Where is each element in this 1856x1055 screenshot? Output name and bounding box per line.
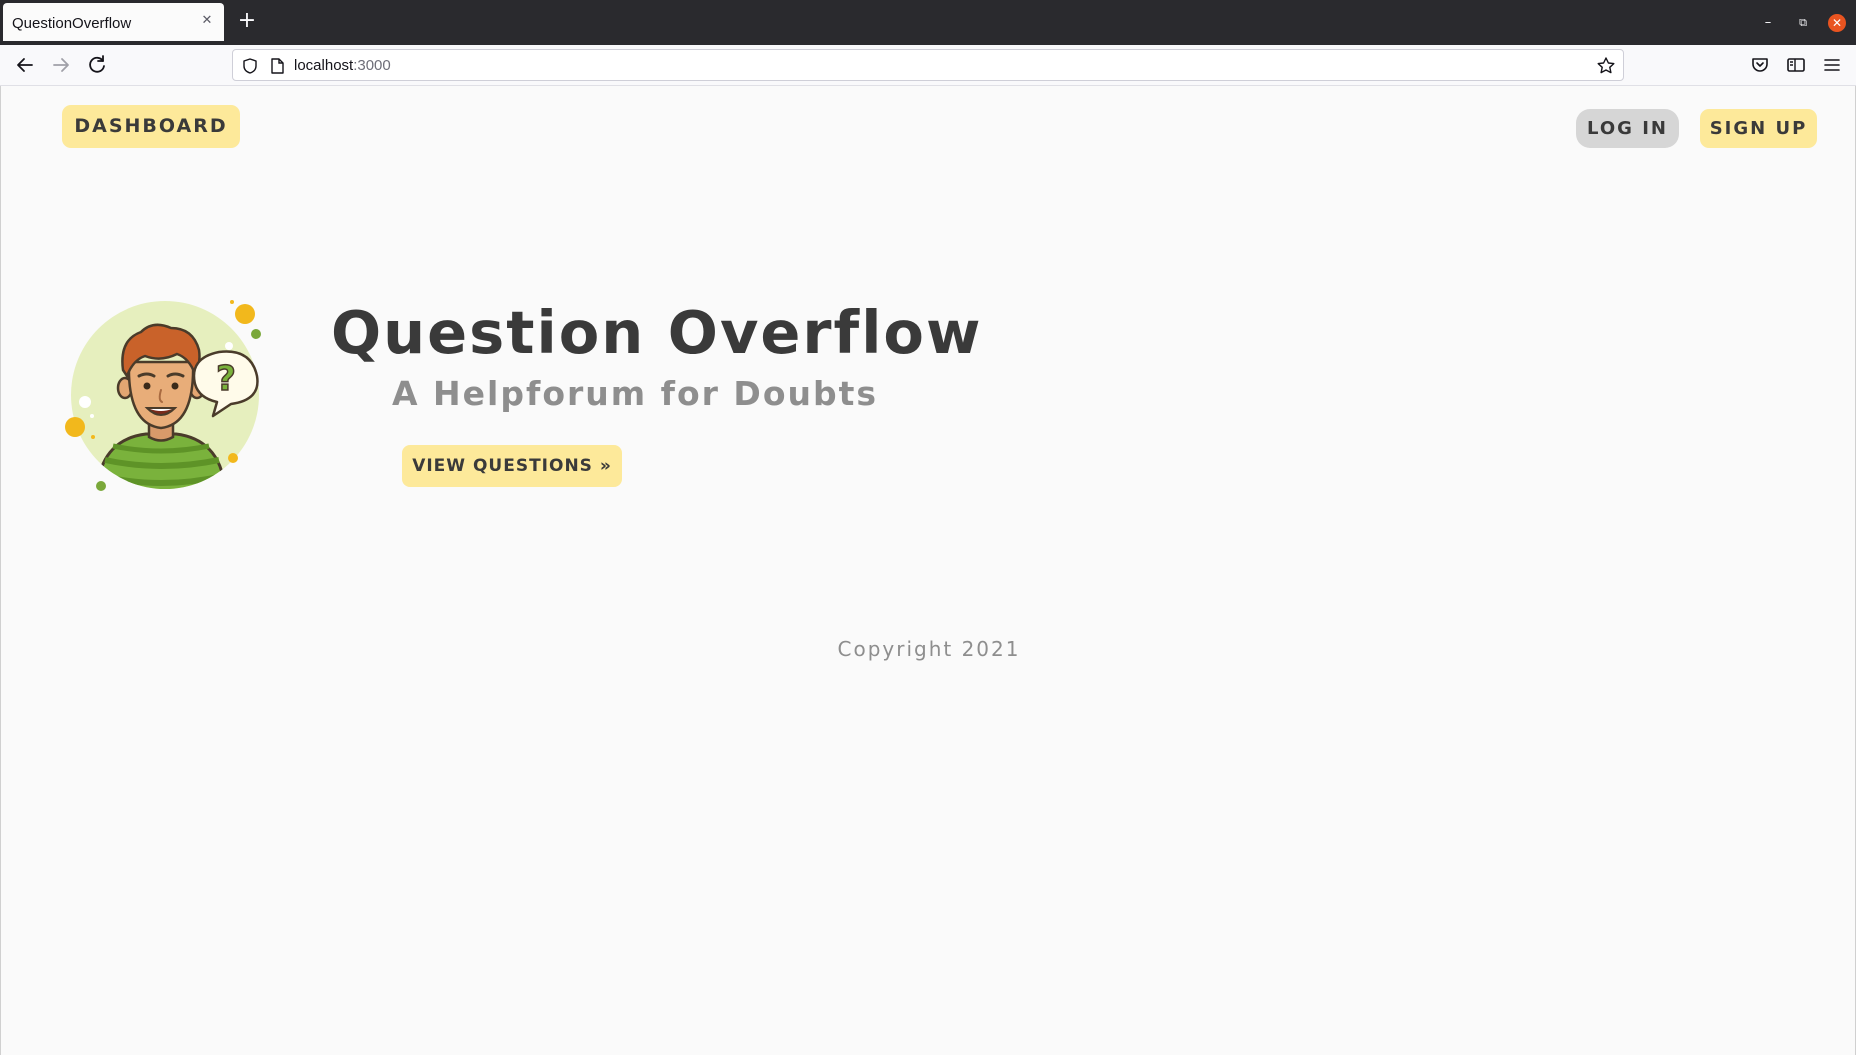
view-questions-button[interactable]: VIEW QUESTIONS » [402,445,622,487]
page-viewport: DASHBOARD LOG IN SIGN UP ? Question Over… [0,86,1856,1055]
browser-navbar: localhost:3000 [0,45,1856,86]
reload-icon[interactable] [85,53,109,77]
restore-window-button[interactable]: ⧉ [1793,13,1813,33]
signup-button[interactable]: SIGN UP [1700,109,1817,148]
pocket-icon[interactable] [1748,53,1772,77]
close-window-button[interactable]: ✕ [1828,14,1846,32]
tab-title: QuestionOverflow [12,15,132,32]
copyright-text: Copyright 2021 [837,637,1021,661]
back-arrow-icon[interactable] [13,53,37,77]
minimize-window-button[interactable]: – [1758,13,1778,33]
shield-icon[interactable] [241,57,259,75]
url-host: localhost [294,57,354,74]
url-bar[interactable]: localhost:3000 [232,49,1624,81]
browser-titlebar: QuestionOverflow ✕ + – ⧉ ✕ [0,0,1856,45]
hero-subtitle: A Helpforum for Doubts [392,374,879,413]
bookmark-star-icon[interactable] [1596,56,1616,76]
browser-tab[interactable]: QuestionOverflow ✕ [3,3,224,41]
url-port: :3000 [353,57,391,74]
dashboard-button[interactable]: DASHBOARD [62,105,240,148]
hero-title: Question Overflow [331,298,983,367]
question-person-illustration: ? [65,300,261,491]
new-tab-button[interactable]: + [237,10,257,32]
page-icon [271,58,284,74]
url-text[interactable]: localhost:3000 [294,57,391,74]
menu-icon[interactable] [1820,53,1844,77]
forward-arrow-icon[interactable] [49,53,73,77]
svg-text:?: ? [216,359,236,399]
sidebar-icon[interactable] [1784,53,1808,77]
tab-close-icon[interactable]: ✕ [198,12,216,30]
login-button[interactable]: LOG IN [1576,109,1679,148]
